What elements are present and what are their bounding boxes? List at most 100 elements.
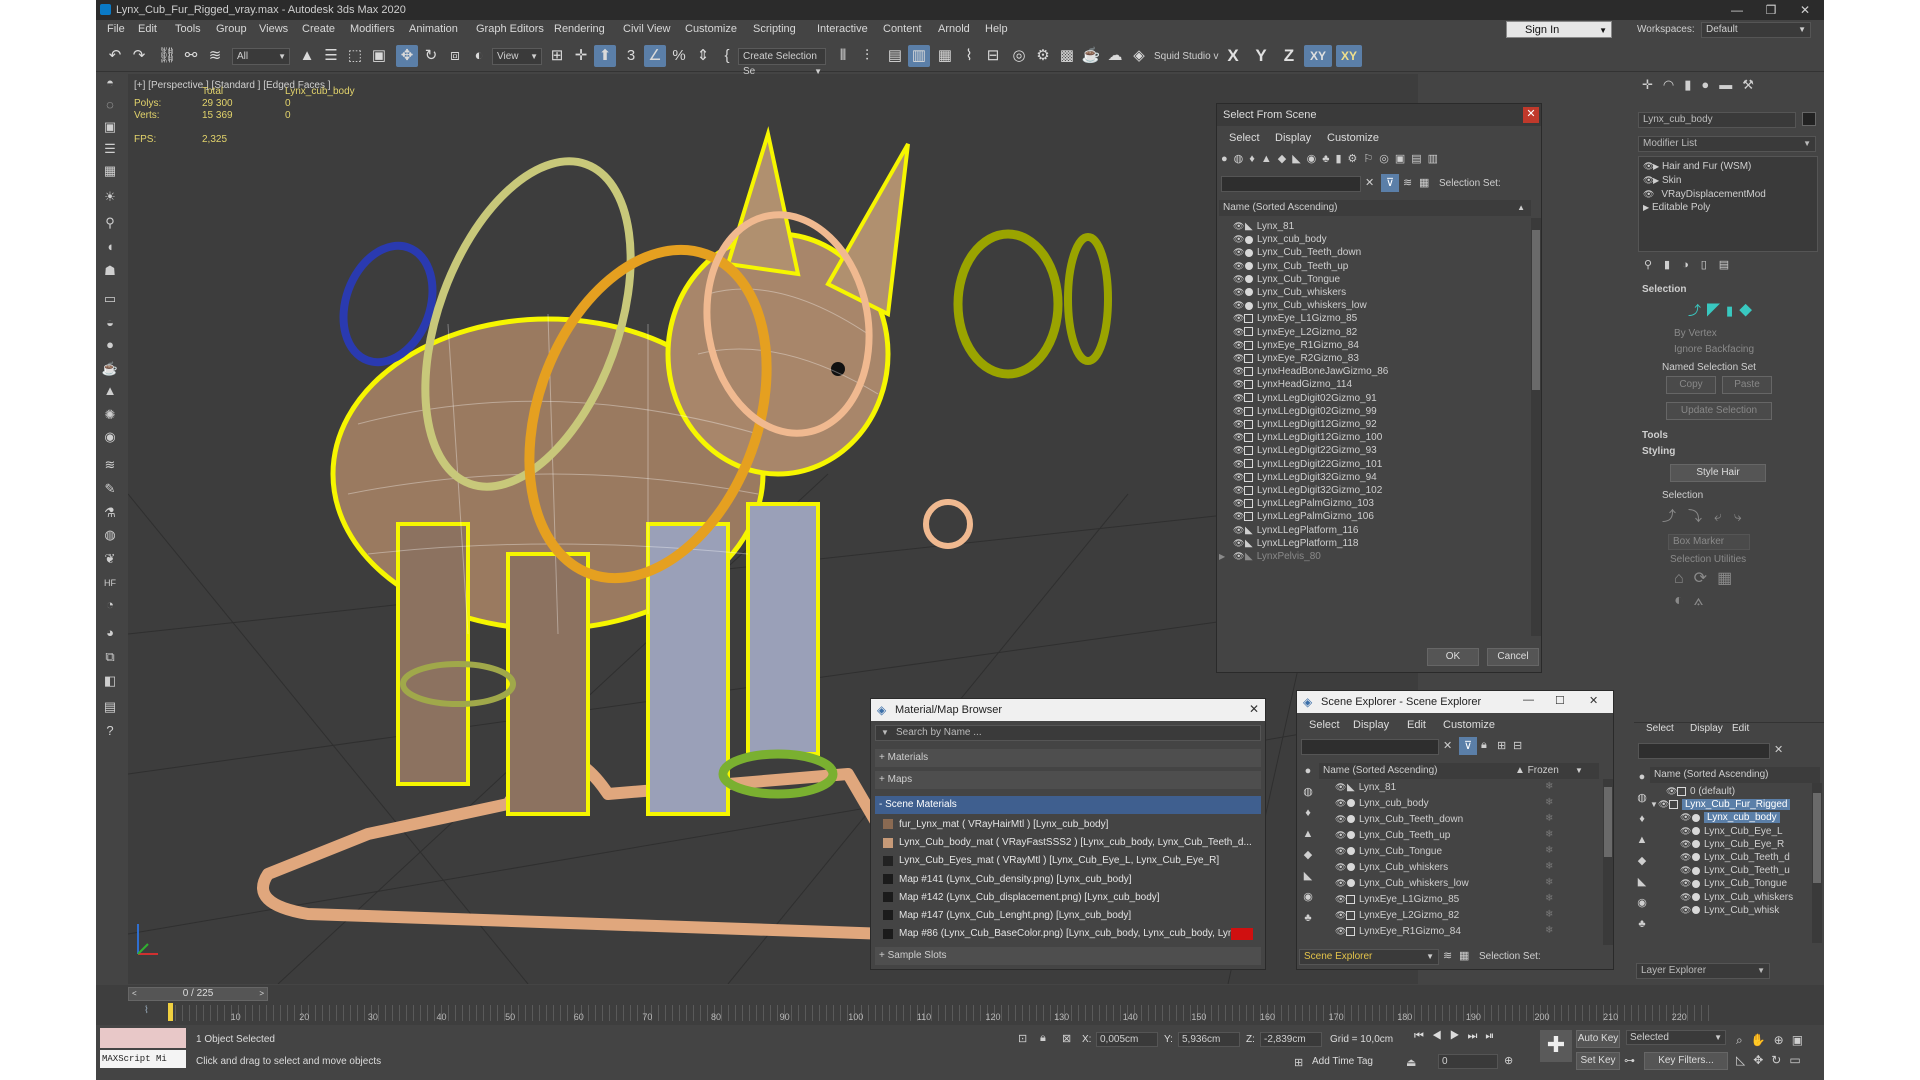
scene-material-item[interactable]: Map #142 (Lynx_Cub_displacement.png) [Ly… [883,890,1255,906]
curve-editor-icon[interactable]: ⌇ [958,45,980,67]
freeze-icon[interactable]: ❄ [1545,843,1553,859]
reference-coordinate-select[interactable]: View ▼ [492,48,542,65]
spinner-snap-icon[interactable]: ⇕ [692,45,714,67]
sfs-menu-display[interactable]: Display [1275,132,1311,144]
grid-icon[interactable]: ▦ [100,161,120,181]
constrain-x-button[interactable]: X [1222,45,1244,67]
render-setup-icon[interactable]: ⚙ [1032,45,1054,67]
le-menu-select[interactable]: Select [1646,723,1674,734]
section-scene-materials[interactable]: - Scene Materials [875,796,1261,814]
se-list-row[interactable]: 👁︎ LynxEye_R1Gizmo_84 ❄ [1319,923,1589,939]
close-icon[interactable]: ✕ [1523,107,1539,123]
angle-snap-icon[interactable]: ∠ [644,45,666,67]
select-and-place-icon[interactable]: ◐ [468,45,490,67]
eye-icon[interactable]: 👁︎ [1335,875,1346,891]
paint-icon[interactable]: ✎ [100,479,120,499]
set-key-button[interactable]: Set Key [1576,1052,1620,1070]
sfs-menu-select[interactable]: Select [1229,132,1260,144]
layer-explorer-toggle-icon[interactable]: ▥ [908,45,930,67]
curve-editor-mini-icon[interactable]: ⌇ [144,1005,149,1016]
close-icon[interactable]: ✕ [1589,694,1598,707]
expand-icon[interactable]: ▶ [1219,549,1233,564]
add-time-tag-button[interactable]: Add Time Tag [1312,1056,1373,1067]
menu-views[interactable]: Views [259,22,288,37]
freeze-icon[interactable]: ❄ [1545,827,1553,843]
menu-customize[interactable]: Customize [685,22,737,37]
constrain-y-button[interactable]: Y [1250,45,1272,67]
eye-icon[interactable]: 👁︎ [1233,548,1244,564]
style-hair-button[interactable]: Style Hair [1670,464,1766,482]
copy-button[interactable]: Copy [1666,376,1716,394]
paste-button[interactable]: Paste [1722,376,1772,394]
current-frame-marker[interactable] [168,1003,173,1021]
stack-item-editable-poly[interactable]: ▶ Editable Poly [1643,201,1813,215]
eye-icon[interactable]: 👁︎ [1335,907,1346,923]
disc-icon[interactable]: ◉ [100,427,120,447]
box-icon[interactable]: ▭ [100,289,120,309]
styling-selection-tools[interactable]: ⤴⤵⤶⤷ [1662,506,1782,526]
document-icon[interactable]: ▤ [100,697,120,717]
minimize-icon[interactable]: — [1523,694,1534,706]
object-color-swatch[interactable] [1802,112,1816,126]
time-slider[interactable]: < 0 / 225 > [128,987,268,1001]
sphere-icon[interactable]: ● [100,335,120,355]
styling-rollout-title[interactable]: Styling [1642,446,1675,457]
selection-utilities-tools[interactable]: ⌂⟳▦ ◐⟑ [1674,568,1764,612]
se-list-row[interactable]: 👁︎◣ Lynx_81 ❄ [1319,779,1589,795]
menu-graph-editors[interactable]: Graph Editors [476,22,544,37]
window-crossing-icon[interactable]: ▣ [368,45,390,67]
le-menu-display[interactable]: Display [1690,723,1723,734]
redo-icon[interactable]: ↷ [128,45,150,67]
material-editor-icon[interactable]: ◎ [1008,45,1030,67]
menu-tools[interactable]: Tools [175,22,201,37]
menu-create[interactable]: Create [302,22,335,37]
section-maps[interactable]: + Maps [875,771,1261,789]
undo-icon[interactable]: ↶ [104,45,126,67]
maxscript-mini-listener[interactable]: MAXScript Mi [100,1050,186,1068]
x-coordinate-field[interactable]: 0,005cm [1096,1032,1158,1047]
layer-object-row[interactable]: 👁︎ Lynx_Cub_whisk [1650,902,1810,918]
hierarchy-icon[interactable]: ⊞ [1497,739,1506,752]
select-by-name-icon[interactable]: ☰ [320,45,342,67]
keyboard-shortcut-override-icon[interactable]: ⬆ [594,45,616,67]
drop-icon[interactable]: ⚗ [100,503,120,523]
hemisphere-icon[interactable]: ◒ [100,313,120,333]
wood-icon[interactable]: ◔ [100,595,120,615]
lock-selection-icon[interactable]: 🔒︎ [1040,1032,1046,1045]
clear-search-icon[interactable]: ✕ [1365,176,1374,189]
time-configuration-icon[interactable]: ⊕ [1504,1054,1513,1067]
hair-icon[interactable]: ≋ [100,455,120,475]
leaf-icon[interactable]: ❦ [100,549,120,569]
render-element-icon[interactable]: ◧ [100,671,120,691]
sun-icon[interactable]: ✺ [100,405,120,425]
eye-icon[interactable]: 👁︎ [1643,187,1654,201]
scene-material-item[interactable]: Lynx_Cub_Eyes_mat ( VRayMtl ) [Lynx_Cub_… [883,853,1255,869]
key-mode-select[interactable]: Selected ▼ [1626,1030,1726,1045]
playback-controls[interactable]: ⏮◀▶⏭⏯ [1414,1030,1534,1046]
layers-icon[interactable]: ≋ [1443,949,1452,962]
eye-icon[interactable]: 👁︎ [1335,811,1346,827]
scene-material-item[interactable]: Map #86 (Lynx_Cub_BaseColor.png) [Lynx_c… [883,926,1255,942]
clear-search-icon[interactable]: ✕ [1774,743,1783,756]
by-vertex-checkbox[interactable]: By Vertex [1674,328,1717,339]
eye-icon[interactable]: 👁︎ [1335,891,1346,907]
scene-material-item[interactable]: Map #141 (Lynx_Cub_density.png) [Lynx_cu… [883,872,1255,888]
vray-frame-buffer-icon[interactable]: ◈ [1128,45,1150,67]
se-menu-customize[interactable]: Customize [1443,719,1495,731]
snaps-toggle-icon[interactable]: 3 [620,45,642,67]
box-marker-select[interactable]: Box Marker [1668,534,1750,550]
constrain-xy-cycle-button[interactable]: XY [1336,45,1362,67]
eye-icon[interactable]: 👁︎ [1335,843,1346,859]
stack-item-hair-and-fur[interactable]: 👁︎▶ Hair and Fur (WSM) [1643,159,1813,173]
filter-icon[interactable]: ⊽ [1381,174,1399,192]
edit-named-selection-icon[interactable]: { [716,45,738,67]
se-list-row[interactable]: 👁︎ LynxEye_L2Gizmo_82 ❄ [1319,907,1589,923]
se-filter-strip[interactable]: ● ◍ ♦ ▲ ◆ ◣ ◉ ♣ [1299,761,1317,941]
auto-key-button[interactable]: Auto Key [1576,1030,1620,1048]
layers-icon[interactable]: ≋ [1403,176,1412,189]
command-panel-tabs[interactable]: ✛◠▮●▬⚒ [1634,74,1824,96]
freeze-icon[interactable]: ❄ [1545,875,1553,891]
scene-explorer-title[interactable]: Scene Explorer - Scene Explorer [1297,691,1613,713]
se-scrollbar[interactable] [1603,779,1613,945]
scene-explorer-toggle-icon[interactable]: ▤ [884,45,906,67]
